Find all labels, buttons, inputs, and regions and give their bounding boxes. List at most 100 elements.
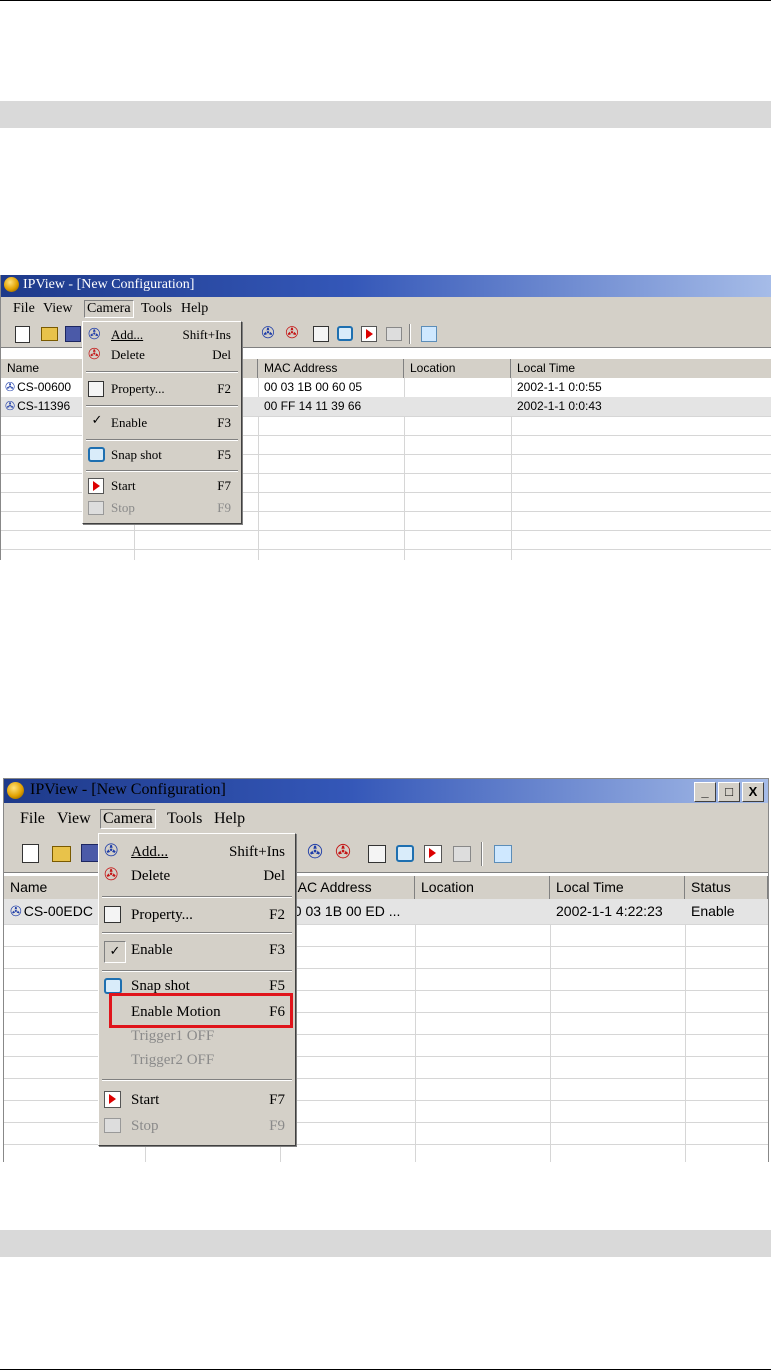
property-icon[interactable] [368, 845, 386, 863]
menu-separator [86, 439, 238, 441]
start-icon [88, 478, 104, 494]
snapshot-icon[interactable] [337, 326, 353, 341]
table-row[interactable] [1, 530, 771, 550]
column-local-time[interactable]: Local Time [511, 359, 771, 378]
column-local-time[interactable]: Local Time [550, 876, 685, 899]
stop-icon [88, 501, 104, 515]
menu-item-delete[interactable]: ✇ Delete Del [99, 864, 295, 888]
menu-item-delete[interactable]: ✇ Delete Del [83, 345, 241, 365]
enable-motion-highlight [109, 993, 293, 1028]
window-title: IPView - [New Configuration] [23, 277, 195, 292]
menu-tools[interactable]: Tools [141, 301, 172, 317]
menu-help[interactable]: Help [214, 810, 245, 828]
menu-item-add[interactable]: ✇ Add... Shift+Ins [83, 325, 241, 345]
stop-icon[interactable] [386, 327, 402, 341]
menu-view[interactable]: View [43, 301, 72, 317]
menu-item-add[interactable]: ✇ Add... Shift+Ins [99, 840, 295, 864]
top-rule [0, 0, 771, 1]
network-icon[interactable] [421, 326, 437, 342]
save-icon[interactable] [65, 326, 81, 342]
title-bar[interactable]: IPView - [New Configuration] _ □ X [4, 779, 768, 803]
menu-tools[interactable]: Tools [167, 810, 202, 828]
column-status[interactable]: Status [685, 876, 768, 899]
start-icon [104, 1091, 121, 1108]
menu-item-start[interactable]: Start F7 [83, 475, 241, 497]
menu-separator [102, 1079, 292, 1081]
camera-menu: ✇ Add... Shift+Ins ✇ Delete Del Property… [82, 321, 242, 524]
snapshot-icon[interactable] [396, 845, 414, 862]
new-file-icon[interactable] [15, 326, 30, 343]
ipview-app-icon [7, 782, 24, 799]
menu-item-property[interactable]: Property... F2 [83, 378, 241, 400]
maximize-button[interactable]: □ [718, 782, 740, 802]
property-icon[interactable] [313, 326, 329, 342]
camera-delete-icon: ✇ [104, 865, 119, 885]
camera-add-icon: ✇ [104, 841, 119, 861]
menu-bar: File View Camera Tools Help [4, 803, 768, 836]
menu-bar: File View Camera Tools Help [1, 297, 771, 322]
cell-location [404, 378, 511, 397]
menu-item-stop[interactable]: Stop F9 [83, 497, 241, 519]
camera-add-icon: ✇ [88, 325, 101, 343]
menu-separator [86, 371, 238, 373]
cell-location [404, 397, 511, 416]
open-folder-icon[interactable] [41, 327, 58, 341]
menu-view[interactable]: View [57, 810, 91, 828]
stop-icon[interactable] [453, 846, 471, 862]
toolbar-separator [481, 842, 483, 866]
cell-local-time: 2002-1-1 4:22:23 [556, 903, 663, 919]
toolbar-separator [409, 324, 411, 344]
new-file-icon[interactable] [22, 844, 39, 863]
menu-file[interactable]: File [20, 810, 45, 828]
checkmark-icon: ✓ [91, 413, 103, 428]
save-icon[interactable] [81, 844, 99, 862]
column-location[interactable]: Location [415, 876, 550, 899]
window-controls: _ □ X [694, 782, 764, 802]
cell-local-time: 2002-1-1 0:0:43 [517, 399, 602, 413]
menu-item-snapshot[interactable]: Snap shot F5 [83, 444, 241, 466]
open-folder-icon[interactable] [52, 846, 71, 862]
section-band-bottom [0, 1230, 771, 1257]
menu-separator [102, 896, 292, 898]
snapshot-icon [88, 447, 105, 462]
menu-separator [102, 932, 292, 934]
bottom-rule [0, 1369, 771, 1370]
camera-icon: ✇ [10, 904, 22, 920]
camera-delete-icon[interactable]: ✇ [283, 324, 301, 342]
menu-item-start[interactable]: Start F7 [99, 1087, 295, 1113]
snapshot-icon [104, 978, 122, 994]
menu-file[interactable]: File [13, 301, 35, 317]
menu-help[interactable]: Help [181, 301, 208, 317]
minimize-button[interactable]: _ [694, 782, 716, 802]
menu-separator [86, 470, 238, 472]
camera-delete-icon[interactable]: ✇ [334, 843, 352, 862]
menu-camera[interactable]: Camera [84, 300, 134, 318]
camera-icon: ✇ [5, 380, 16, 394]
start-icon[interactable] [361, 326, 377, 342]
property-icon [104, 906, 121, 923]
menu-item-stop[interactable]: Stop F9 [99, 1113, 295, 1139]
menu-item-property[interactable]: Property... F2 [99, 902, 295, 928]
menu-separator [102, 970, 292, 972]
camera-add-icon[interactable]: ✇ [306, 843, 324, 862]
cell-mac: 00 03 1B 00 60 05 [264, 380, 363, 394]
cell-local-time: 2002-1-1 0:0:55 [517, 380, 602, 394]
menu-camera[interactable]: Camera [100, 809, 156, 829]
camera-delete-icon: ✇ [88, 345, 101, 363]
menu-item-enable[interactable]: ✓ Enable F3 [99, 937, 295, 963]
title-bar[interactable]: IPView - [New Configuration] [1, 275, 771, 297]
column-mac[interactable]: MAC Address [280, 876, 415, 899]
menu-item-trigger2[interactable]: Trigger2 OFF [99, 1048, 295, 1072]
section-band-top [0, 101, 771, 128]
camera-add-icon[interactable]: ✇ [259, 324, 277, 342]
network-icon[interactable] [494, 845, 512, 863]
menu-item-enable[interactable]: ✓ Enable F3 [83, 412, 241, 434]
close-button[interactable]: X [742, 782, 764, 802]
cell-mac: 00 03 1B 00 ED ... [286, 903, 401, 919]
start-icon[interactable] [424, 845, 442, 863]
column-location[interactable]: Location [404, 359, 511, 378]
cell-status: Enable [691, 903, 735, 919]
table-row[interactable] [4, 1144, 768, 1162]
column-mac[interactable]: MAC Address [258, 359, 404, 378]
window-title: IPView - [New Configuration] [30, 781, 226, 798]
